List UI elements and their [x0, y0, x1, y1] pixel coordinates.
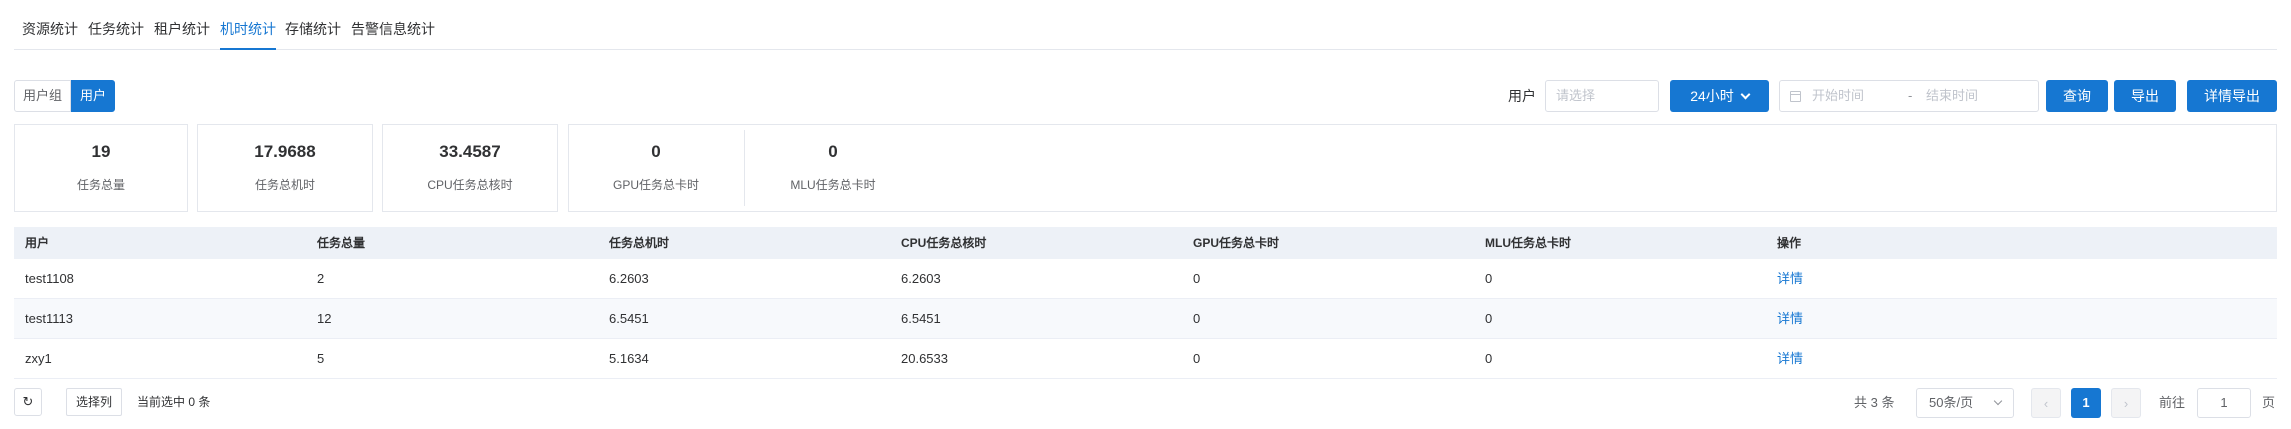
cell-cpu-core-hours: 6.2603 — [901, 271, 941, 286]
column-header-total-tasks: 任务总量 — [317, 236, 366, 250]
cell-machine-hours: 5.1634 — [609, 351, 649, 366]
date-range-separator: - — [1908, 88, 1913, 103]
select-columns-button[interactable]: 选择列 — [66, 388, 122, 416]
cell-mlu-card-hours: 0 — [1485, 351, 1493, 366]
stats-tabs: 资源统计 任务统计 租户统计 机时统计 存储统计 告警信息统计 — [14, 0, 2277, 50]
column-header-actions: 操作 — [1777, 236, 1802, 250]
stat-machine-hours: 17.9688 任务总机时 — [197, 124, 373, 212]
tab-machine-hour-stats[interactable]: 机时统计 — [220, 0, 276, 50]
goto-unit-label: 页 — [2262, 395, 2276, 410]
tab-alarm-stats[interactable]: 告警信息统计 — [351, 0, 435, 50]
query-button[interactable]: 查询 — [2046, 80, 2108, 112]
time-range-dropdown[interactable]: 24小时 — [1670, 80, 1769, 112]
column-header-user: 用户 — [25, 236, 50, 250]
stat-label: 任务总量 — [76, 178, 125, 192]
stat-cpu-core-hours: 33.4587 CPU任务总核时 — [382, 124, 558, 212]
user-stats-table: 用户 任务总量 任务总机时 CPU任务总核时 GPU任务总卡时 MLU任务总卡时… — [14, 227, 2277, 379]
column-header-gpu-card-hours: GPU任务总卡时 — [1193, 236, 1280, 250]
cell-cpu-core-hours: 6.5451 — [901, 311, 941, 326]
cell-gpu-card-hours: 0 — [1193, 351, 1201, 366]
user-toggle-button[interactable]: 用户 — [71, 80, 116, 112]
stat-value: 17.9688 — [254, 142, 316, 161]
user-filter-label: 用户 — [1508, 88, 1536, 104]
detail-link[interactable]: 详情 — [1766, 259, 2277, 298]
date-range-picker[interactable]: 开始时间 - 结束时间 — [1779, 80, 2039, 112]
table-row: test1108 2 6.2603 6.2603 0 0 详情 — [14, 259, 2277, 299]
stat-label: GPU任务总卡时 — [612, 178, 699, 192]
detail-link[interactable]: 详情 — [1766, 339, 2277, 378]
stat-value: 33.4587 — [439, 142, 501, 161]
time-range-label: 24小时 — [1690, 88, 1734, 104]
next-page-button[interactable]: › — [2111, 388, 2141, 418]
cell-mlu-card-hours: 0 — [1485, 271, 1493, 286]
table-row: zxy1 5 5.1634 20.6533 0 0 详情 — [14, 339, 2277, 379]
cell-mlu-card-hours: 0 — [1485, 311, 1493, 326]
column-header-mlu-card-hours: MLU任务总卡时 — [1485, 236, 1571, 250]
refresh-button[interactable]: ↻ — [14, 388, 42, 416]
cell-total-tasks: 5 — [317, 351, 325, 366]
chevron-down-icon — [1993, 396, 2003, 406]
column-header-cpu-core-hours: CPU任务总核时 — [901, 236, 987, 250]
stat-label: MLU任务总卡时 — [790, 178, 876, 192]
stat-label: 任务总机时 — [254, 178, 315, 192]
cell-user: test1113 — [25, 311, 73, 326]
stat-value: 19 — [91, 142, 111, 161]
cell-machine-hours: 6.5451 — [609, 311, 649, 326]
selection-info: 当前选中 0 条 — [137, 395, 211, 409]
chevron-down-icon — [1740, 89, 1751, 100]
tab-resource-stats[interactable]: 资源统计 — [22, 0, 78, 50]
scope-toggle: 用户组 用户 — [14, 80, 116, 112]
detail-export-button[interactable]: 详情导出 — [2187, 80, 2277, 112]
calendar-icon — [1790, 91, 1801, 102]
page-number-button[interactable]: 1 — [2071, 388, 2101, 418]
stat-total-tasks: 19 任务总量 — [14, 124, 188, 212]
cell-cpu-core-hours: 20.6533 — [901, 351, 948, 366]
table-header: 用户 任务总量 任务总机时 CPU任务总核时 GPU任务总卡时 MLU任务总卡时… — [14, 227, 2277, 259]
cell-user: zxy1 — [25, 351, 52, 366]
stat-gpu-card-hours: 0 GPU任务总卡时 — [568, 124, 744, 212]
tab-tenant-stats[interactable]: 租户统计 — [154, 0, 210, 50]
page-size-label: 50条/页 — [1929, 395, 1974, 410]
end-time-input[interactable]: 结束时间 — [1926, 81, 1978, 111]
cell-user: test1108 — [25, 271, 74, 286]
stat-value: 0 — [828, 142, 838, 161]
goto-page-input[interactable]: 1 — [2197, 388, 2251, 418]
table-row: test1113 12 6.5451 6.5451 0 0 详情 — [14, 299, 2277, 339]
stat-value: 0 — [651, 142, 661, 161]
stat-label: CPU任务总核时 — [427, 178, 513, 192]
cell-gpu-card-hours: 0 — [1193, 271, 1201, 286]
column-header-machine-hours: 任务总机时 — [609, 236, 670, 250]
page-size-select[interactable]: 50条/页 — [1916, 388, 2014, 418]
cell-total-tasks: 2 — [317, 271, 325, 286]
user-group-toggle-button[interactable]: 用户组 — [14, 80, 72, 112]
tab-task-stats[interactable]: 任务统计 — [88, 0, 144, 50]
pagination-total: 共 3 条 — [1854, 395, 1895, 410]
refresh-icon: ↻ — [22, 394, 34, 409]
prev-page-button[interactable]: ‹ — [2031, 388, 2061, 418]
goto-label: 前往 — [2159, 395, 2186, 410]
user-select[interactable]: 请选择 — [1545, 80, 1659, 112]
tab-storage-stats[interactable]: 存储统计 — [285, 0, 341, 50]
export-button[interactable]: 导出 — [2114, 80, 2176, 112]
cell-machine-hours: 6.2603 — [609, 271, 649, 286]
cell-gpu-card-hours: 0 — [1193, 311, 1201, 326]
stat-mlu-card-hours: 0 MLU任务总卡时 — [745, 124, 921, 212]
start-time-input[interactable]: 开始时间 — [1812, 81, 1864, 111]
cell-total-tasks: 12 — [317, 311, 332, 326]
detail-link[interactable]: 详情 — [1766, 299, 2277, 338]
